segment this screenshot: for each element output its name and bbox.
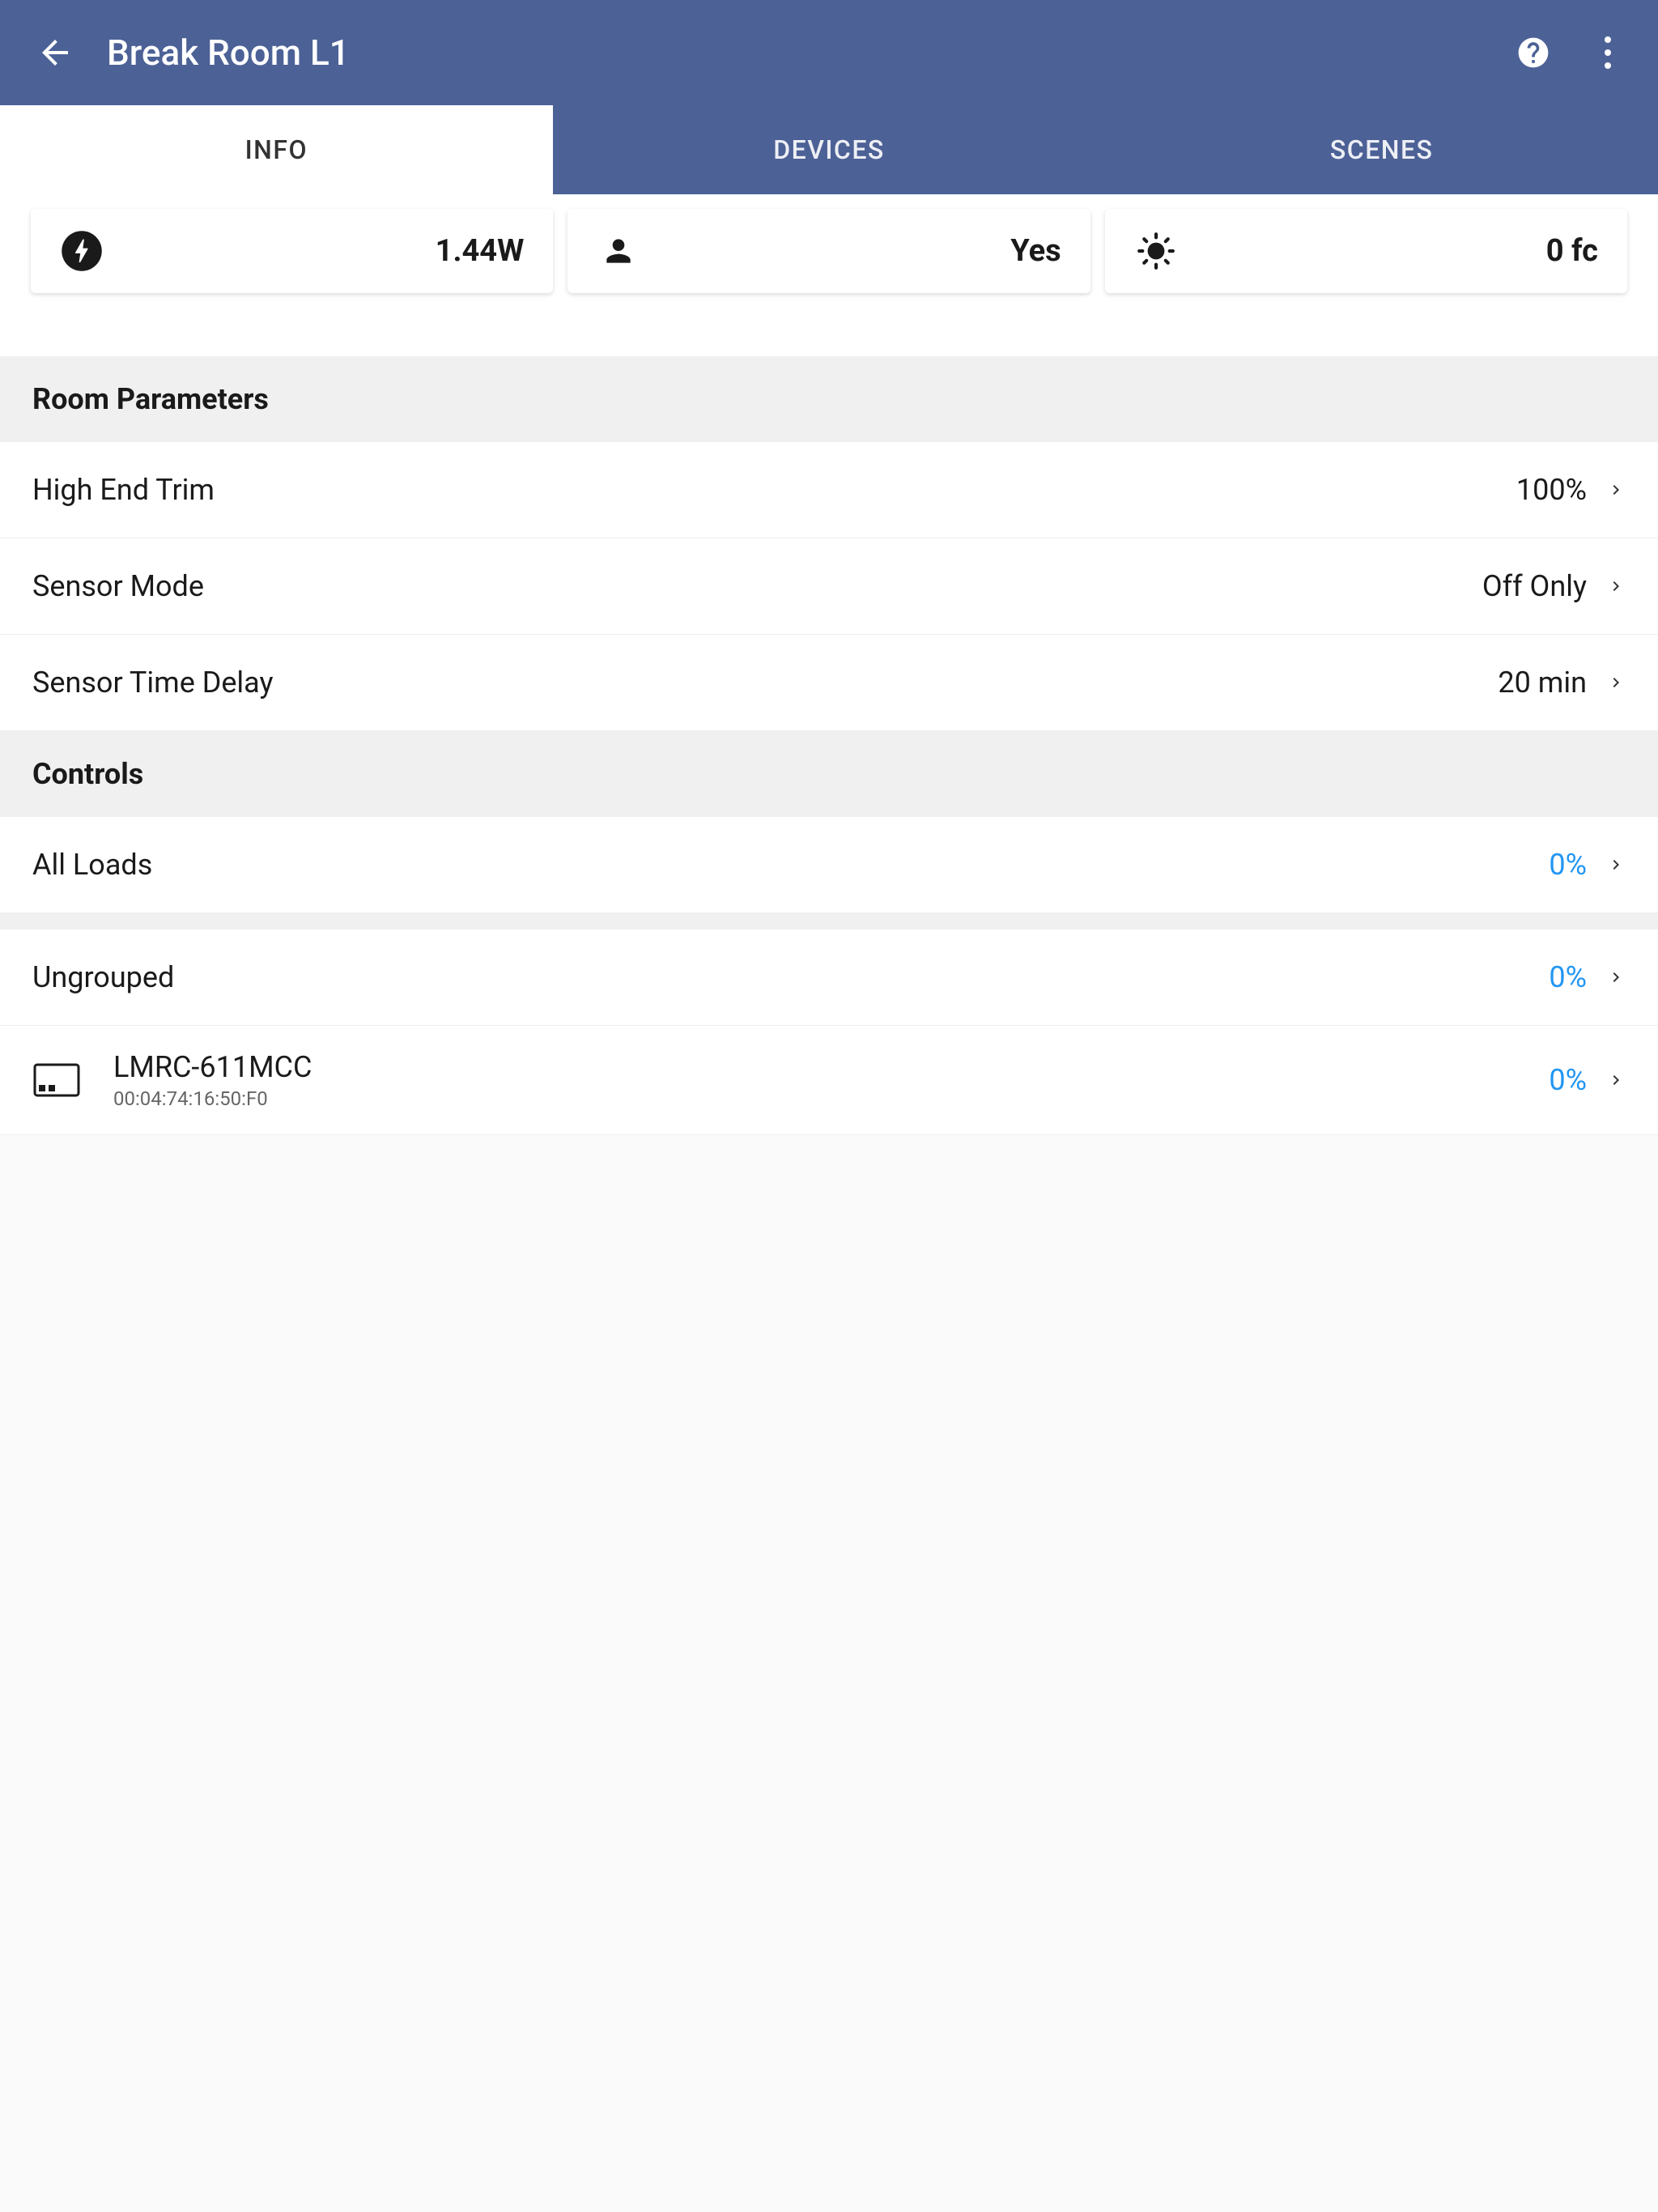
tab-info[interactable]: INFO — [0, 105, 553, 194]
light-value: 0 fc — [1546, 233, 1598, 269]
person-icon — [597, 229, 640, 273]
sensor-mode-row[interactable]: Sensor Mode Off Only — [0, 538, 1658, 635]
content-area: Room Parameters High End Trim 100% Senso… — [0, 356, 1658, 1135]
occupancy-status-card[interactable]: Yes — [568, 209, 1090, 293]
chevron-right-icon — [1606, 1070, 1626, 1090]
chevron-right-icon — [1606, 673, 1626, 692]
high-end-trim-row[interactable]: High End Trim 100% — [0, 442, 1658, 538]
ungrouped-value: 0% — [1549, 960, 1587, 994]
chevron-right-icon — [1606, 576, 1626, 596]
header-top-bar: Break Room L1 — [0, 0, 1658, 105]
back-button[interactable] — [32, 30, 78, 75]
tab-bar: INFO DEVICES SCENES — [0, 105, 1658, 194]
device-name: LMRC-611MCC — [113, 1050, 1549, 1084]
app-header: Break Room L1 INFO DEVICES SCENES — [0, 0, 1658, 194]
chevron-right-icon — [1606, 968, 1626, 987]
status-cards-row: 1.44W Yes 0 fc — [0, 194, 1658, 308]
header-actions — [1516, 35, 1626, 70]
more-menu-button[interactable] — [1590, 35, 1626, 70]
more-vert-icon — [1605, 36, 1611, 43]
power-value: 1.44W — [436, 233, 525, 269]
device-info: LMRC-611MCC 00:04:74:16:50:F0 — [113, 1050, 1549, 1110]
sensor-mode-value: Off Only — [1482, 569, 1587, 603]
page-title: Break Room L1 — [107, 32, 1516, 74]
spacer — [0, 308, 1658, 356]
spacer — [0, 913, 1658, 929]
all-loads-label: All Loads — [32, 848, 1549, 882]
bolt-icon — [60, 229, 104, 273]
occupancy-value: Yes — [1010, 233, 1061, 269]
ungrouped-label: Ungrouped — [32, 960, 1549, 994]
high-end-trim-value: 100% — [1516, 473, 1587, 507]
help-button[interactable] — [1516, 35, 1551, 70]
controls-header: Controls — [0, 731, 1658, 817]
tab-scenes[interactable]: SCENES — [1105, 105, 1658, 194]
power-status-card[interactable]: 1.44W — [31, 209, 553, 293]
sensor-mode-label: Sensor Mode — [32, 569, 1482, 603]
device-value: 0% — [1549, 1063, 1587, 1097]
sensor-time-delay-label: Sensor Time Delay — [32, 666, 1498, 700]
sensor-time-delay-value: 20 min — [1498, 666, 1587, 700]
device-mac: 00:04:74:16:50:F0 — [113, 1087, 1549, 1110]
all-loads-value: 0% — [1549, 848, 1587, 882]
brightness-icon — [1134, 229, 1178, 273]
chevron-right-icon — [1606, 855, 1626, 874]
high-end-trim-label: High End Trim — [32, 473, 1516, 507]
ungrouped-row[interactable]: Ungrouped 0% — [0, 929, 1658, 1026]
device-row[interactable]: LMRC-611MCC 00:04:74:16:50:F0 0% — [0, 1026, 1658, 1135]
sensor-time-delay-row[interactable]: Sensor Time Delay 20 min — [0, 635, 1658, 731]
help-icon — [1516, 35, 1551, 70]
arrow-left-icon — [36, 33, 74, 72]
chevron-right-icon — [1606, 480, 1626, 500]
all-loads-row[interactable]: All Loads 0% — [0, 817, 1658, 913]
tab-devices[interactable]: DEVICES — [553, 105, 1106, 194]
light-status-card[interactable]: 0 fc — [1105, 209, 1627, 293]
room-parameters-header: Room Parameters — [0, 356, 1658, 442]
device-icon — [32, 1062, 81, 1098]
